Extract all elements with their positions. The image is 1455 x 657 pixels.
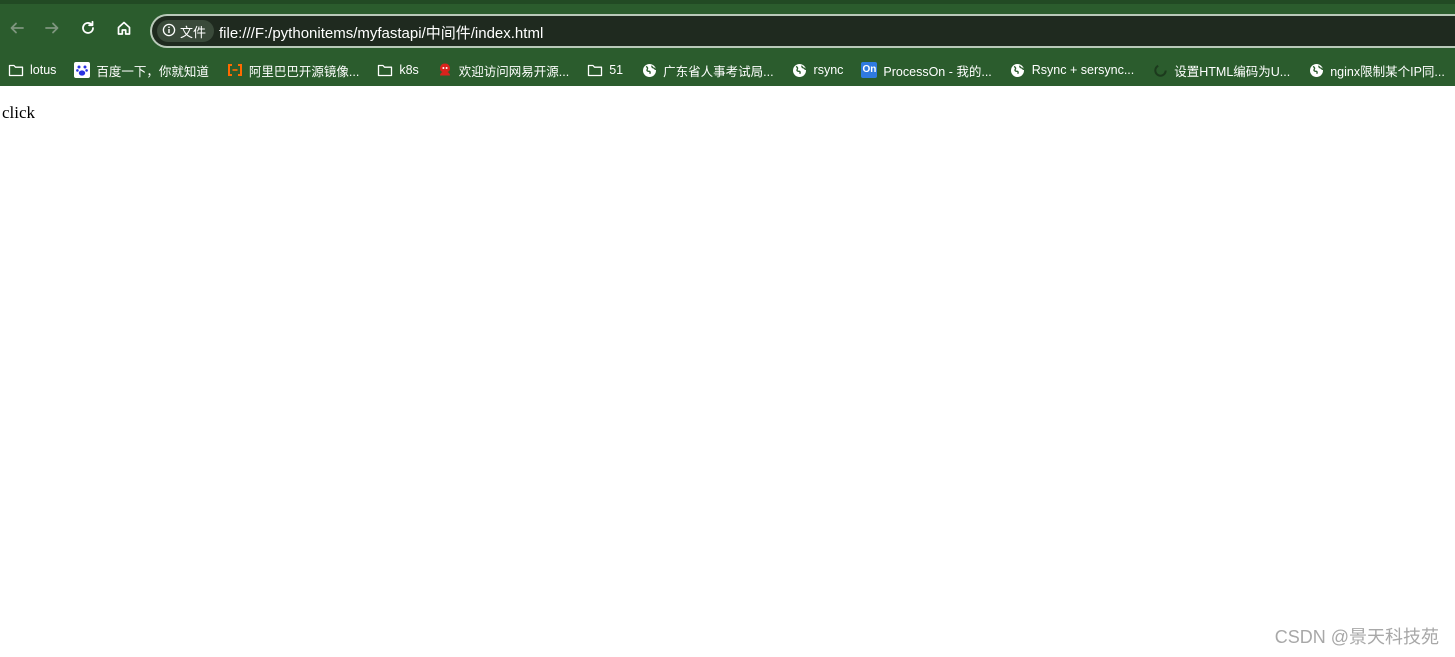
processon-icon: On <box>861 62 878 78</box>
url-text[interactable]: file:///F:/pythonitems/myfastapi/中间件/ind… <box>219 22 543 43</box>
site-info-label: 文件 <box>180 24 207 40</box>
netease-icon <box>437 62 453 78</box>
bookmark-rsync-sersync[interactable]: Rsync + sersync... <box>1002 58 1144 82</box>
bookmark-label: lotus <box>30 63 57 77</box>
folder-icon <box>587 62 603 78</box>
toolbar: 文件 file:///F:/pythonitems/myfastapi/中间件/… <box>0 10 1455 50</box>
reload-button[interactable] <box>74 14 102 42</box>
bookmark-label: ProcessOn - 我的... <box>883 64 992 79</box>
bookmark-label: 欢迎访问网易开源... <box>458 64 570 79</box>
alibaba-cloud-icon <box>227 62 243 78</box>
forward-button[interactable] <box>38 14 66 42</box>
bookmark-label: 51 <box>609 63 624 77</box>
bookmark-label: nginx限制某个IP同... <box>1330 64 1445 79</box>
page-body-text: click <box>2 103 36 122</box>
bookmark-label: 阿里巴巴开源镜像... <box>248 64 360 79</box>
browser-chrome: 文件 file:///F:/pythonitems/myfastapi/中间件/… <box>0 0 1455 86</box>
bookmark-label: 设置HTML编码为U... <box>1174 64 1291 79</box>
folder-icon <box>377 62 393 78</box>
info-icon <box>162 23 176 40</box>
bookmark-html-encoding[interactable]: 设置HTML编码为U... <box>1144 58 1300 82</box>
spinner-icon <box>1152 62 1168 78</box>
globe-icon <box>1010 62 1026 78</box>
processon-badge: On <box>861 62 878 78</box>
bookmark-k8s[interactable]: k8s <box>369 58 428 82</box>
site-info-button[interactable]: 文件 <box>157 20 215 42</box>
home-icon <box>116 20 132 36</box>
bookmark-label: rsync <box>813 63 844 77</box>
baidu-paw-icon <box>74 62 91 78</box>
page-content: click CSDN @景天科技苑 <box>0 86 1455 657</box>
globe-icon <box>792 62 808 78</box>
bookmark-gd-exam[interactable]: 广东省人事考试局... <box>633 58 783 82</box>
bookmark-label: 百度一下，你就知道 <box>96 64 209 79</box>
address-bar[interactable]: 文件 file:///F:/pythonitems/myfastapi/中间件/… <box>150 14 1455 48</box>
bookmarks-bar: lotus 百度一下，你就知道 阿里巴巴开源镜像... k8s 欢迎访问网易开源… <box>0 56 1455 84</box>
reload-icon <box>80 20 96 36</box>
folder-icon <box>8 62 24 78</box>
bookmark-netease[interactable]: 欢迎访问网易开源... <box>429 58 579 82</box>
watermark: CSDN @景天科技苑 <box>1274 627 1439 647</box>
bookmark-label: Rsync + sersync... <box>1031 63 1135 77</box>
bookmark-rsync[interactable]: rsync <box>784 58 854 82</box>
arrow-left-icon <box>9 20 25 36</box>
bookmark-51[interactable]: 51 <box>579 58 633 82</box>
home-button[interactable] <box>110 14 138 42</box>
arrow-right-icon <box>44 20 60 36</box>
bookmark-baidu[interactable]: 百度一下，你就知道 <box>66 58 219 82</box>
bookmark-nginx-limit[interactable]: nginx限制某个IP同... <box>1300 58 1455 82</box>
bookmark-label: 广东省人事考试局... <box>663 64 774 79</box>
bookmark-label: k8s <box>399 63 419 77</box>
globe-icon <box>1308 62 1324 78</box>
bookmark-alibaba-mirror[interactable]: 阿里巴巴开源镜像... <box>219 58 369 82</box>
back-button[interactable] <box>3 14 31 42</box>
globe-icon <box>641 62 657 78</box>
bookmark-processon[interactable]: On ProcessOn - 我的... <box>853 58 1001 82</box>
bookmark-lotus[interactable]: lotus <box>0 58 66 82</box>
